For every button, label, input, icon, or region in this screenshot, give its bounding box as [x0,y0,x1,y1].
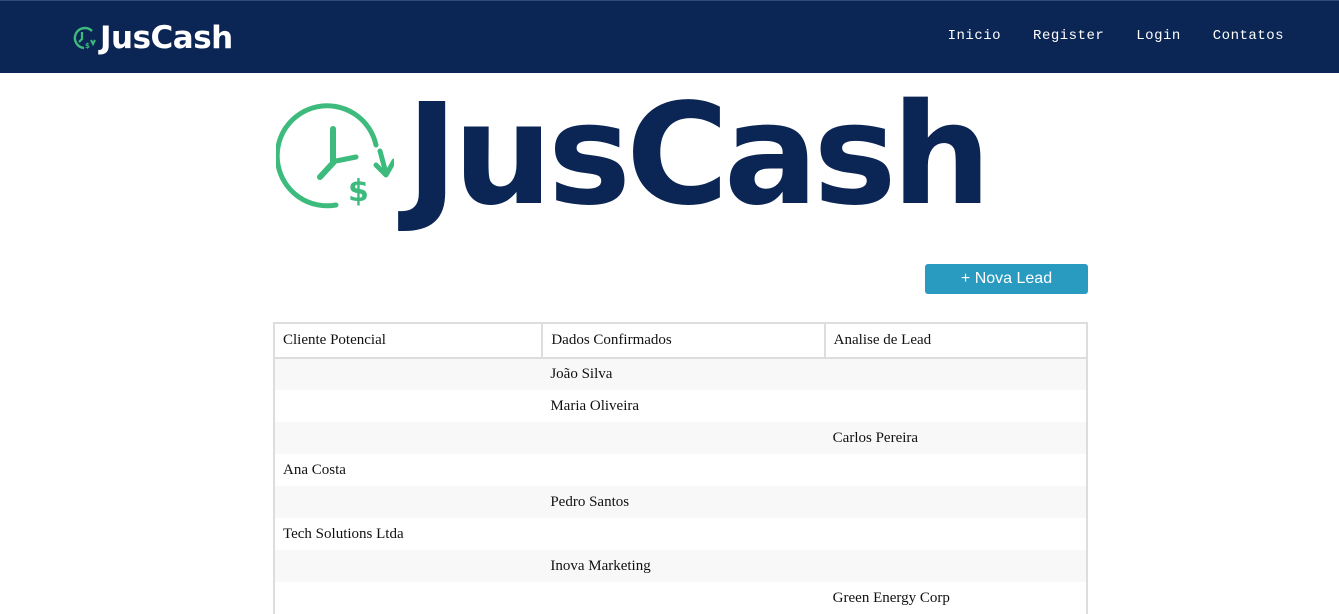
table-cell[interactable] [272,582,543,614]
table-cell[interactable] [272,358,543,390]
table-cell[interactable] [272,422,543,454]
svg-text:$: $ [85,42,90,50]
table-row: João Silva [272,358,1089,390]
table-row: Maria Oliveira [272,390,1089,422]
nav-link-contatos[interactable]: Contatos [1213,28,1284,44]
table-row: Pedro Santos [272,486,1089,518]
new-lead-button[interactable]: + Nova Lead [925,264,1088,294]
table-cell[interactable]: Carlos Pereira [824,422,1089,454]
table-cell[interactable]: Green Energy Corp [824,582,1089,614]
table-row: Ana Costa [272,454,1089,486]
table-cell[interactable]: Maria Oliveira [542,390,825,422]
table-cell[interactable] [542,582,825,614]
table-cell[interactable]: Inova Marketing [542,550,825,582]
hero-logo-text: JusCash [406,74,991,237]
table-cell[interactable] [542,454,825,486]
table-cell[interactable] [824,390,1089,422]
table-cell[interactable] [542,518,825,550]
table-cell[interactable] [542,422,825,454]
clock-dollar-icon: $ [73,26,96,50]
nav-links: Inicio Register Login Contatos [916,28,1284,44]
clock-dollar-icon: $ [276,103,394,209]
table-row: Carlos Pereira [272,422,1089,454]
table-row: Inova Marketing [272,550,1089,582]
table-cell[interactable]: Pedro Santos [542,486,825,518]
column-header-analise-de-lead: Analise de Lead [823,322,1089,359]
column-header-dados-confirmados: Dados Confirmados [541,322,826,359]
table-cell[interactable]: João Silva [542,358,825,390]
brand-name: JusCash [100,19,233,56]
svg-text:$: $ [348,174,369,209]
table-cell[interactable] [824,486,1089,518]
table-cell[interactable] [824,518,1089,550]
table-row: Tech Solutions Ltda [272,518,1089,550]
navbar: $ JusCash Inicio Register Login Contatos [0,0,1339,73]
leads-table: Cliente Potencial Dados Confirmados Anal… [272,322,1089,614]
table-cell[interactable]: Ana Costa [272,454,543,486]
table-cell[interactable] [272,486,543,518]
table-cell[interactable]: Tech Solutions Ltda [272,518,543,550]
brand-logo-link[interactable]: $ JusCash [70,19,233,57]
column-header-cliente-potencial: Cliente Potencial [272,322,544,359]
table-cell[interactable] [272,390,543,422]
nav-link-register[interactable]: Register [1033,28,1104,44]
table-cell[interactable] [824,454,1089,486]
nav-link-login[interactable]: Login [1136,28,1181,44]
hero-logo: $ JusCash [276,83,1050,226]
nav-link-inicio[interactable]: Inicio [948,28,1001,44]
table-cell[interactable] [824,550,1089,582]
table-row: Green Energy Corp [272,582,1089,614]
table-cell[interactable] [272,550,543,582]
table-header-row: Cliente Potencial Dados Confirmados Anal… [272,322,1089,359]
table-cell[interactable] [824,358,1089,390]
